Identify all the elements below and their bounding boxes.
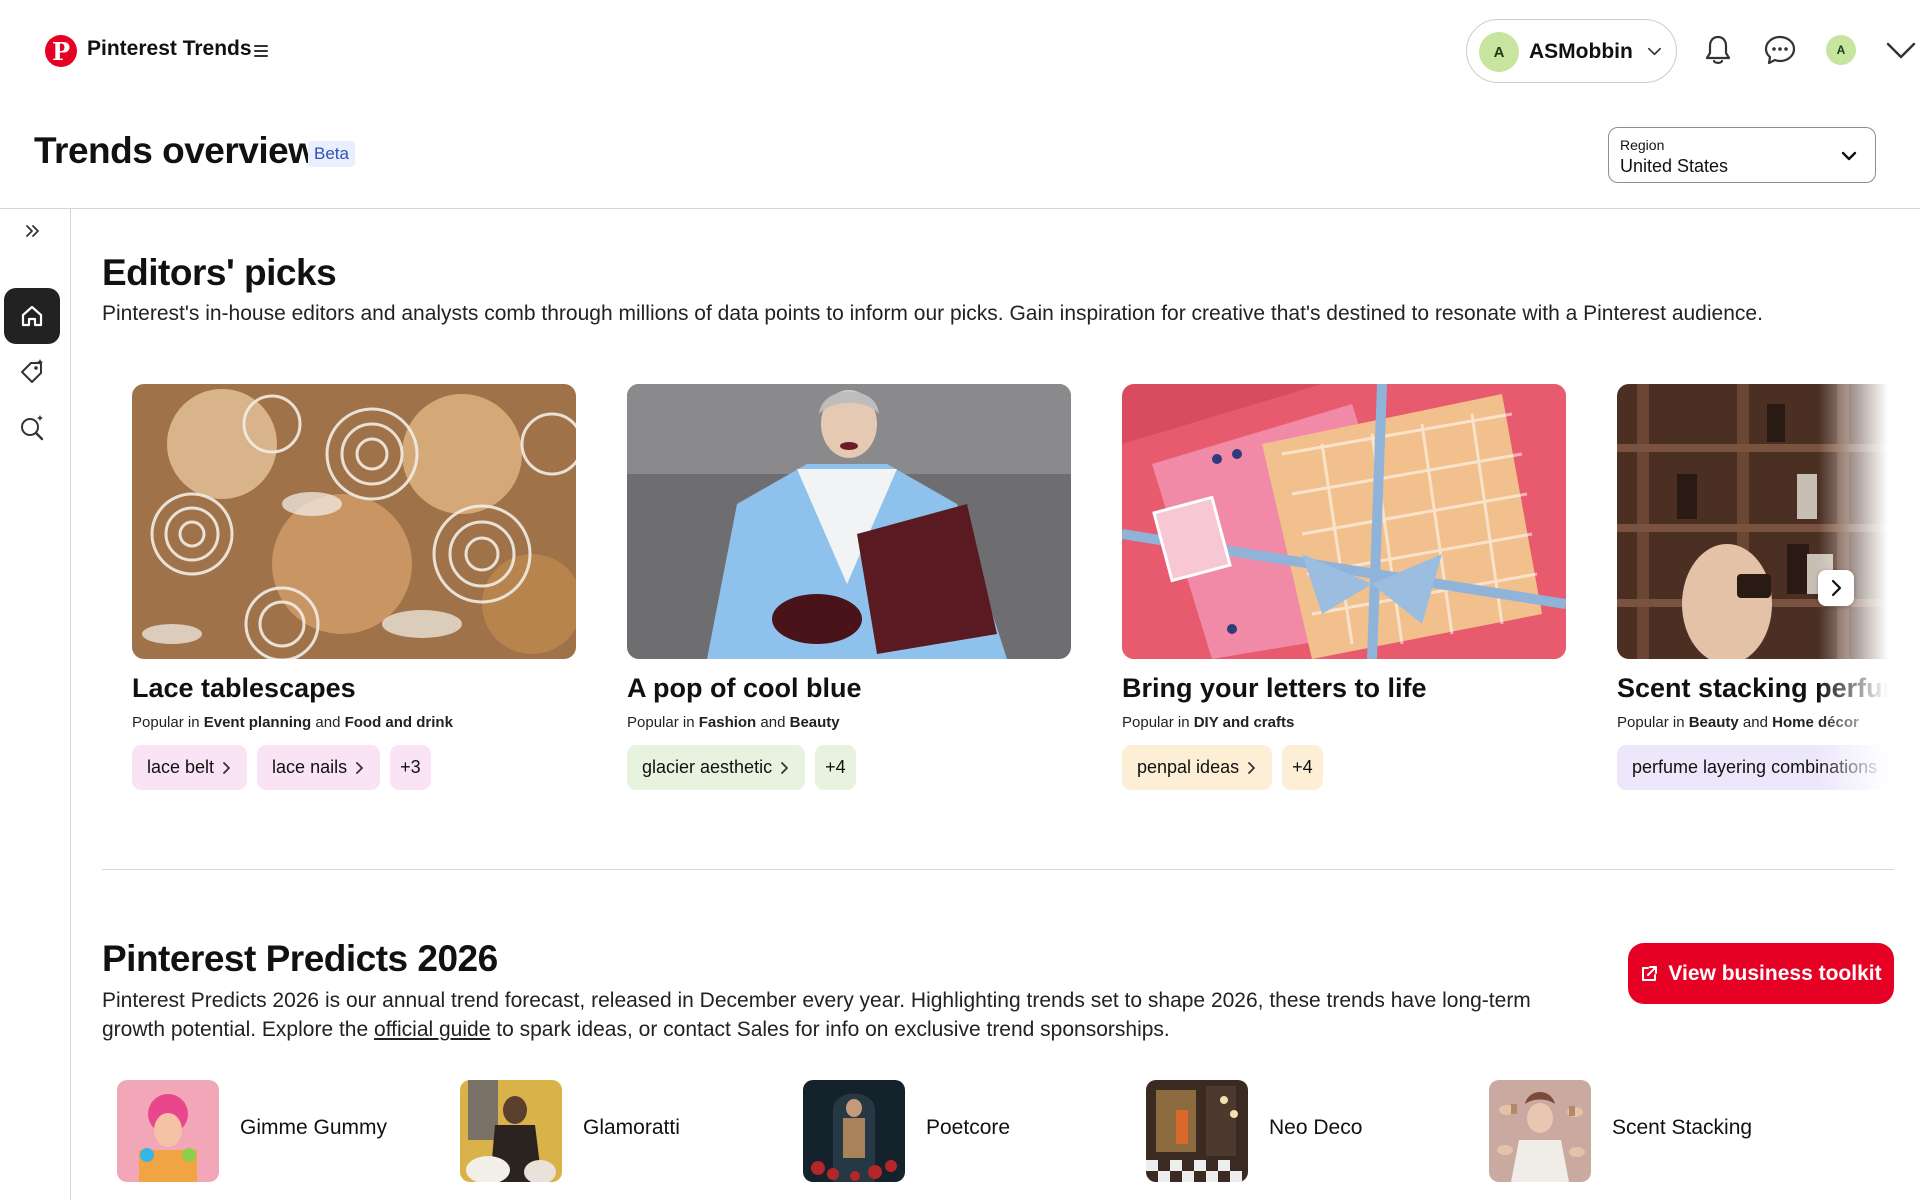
- trend-card[interactable]: Lace tablescapes Popular in Event planni…: [132, 384, 576, 790]
- chevron-right-icon: [1248, 761, 1255, 774]
- region-select[interactable]: Region United States: [1608, 127, 1876, 183]
- trend-name: Poetcore: [926, 1116, 1011, 1139]
- page-title: Trends overview: [34, 130, 317, 171]
- card-categories: Popular in DIY and crafts: [1122, 714, 1295, 731]
- pinterest-logo-icon[interactable]: P: [45, 35, 77, 67]
- trend-card[interactable]: Bring your letters to life Popular in DI…: [1122, 384, 1566, 790]
- chevron-down-icon[interactable]: [1885, 37, 1917, 63]
- sidebar-item-home[interactable]: [4, 288, 60, 344]
- list-item[interactable]: Gimme Gummy: [117, 1080, 447, 1182]
- sidebar-item-search-sparkle-icon[interactable]: [18, 414, 46, 442]
- sidebar-divider: [70, 209, 71, 1200]
- trend-name: Glamoratti: [583, 1116, 680, 1139]
- trend-name: Neo Deco: [1269, 1116, 1363, 1139]
- carousel-next-button[interactable]: [1818, 570, 1854, 606]
- trend-name: Gimme Gummy: [240, 1116, 387, 1139]
- keyword-chip[interactable]: lace belt: [132, 745, 248, 790]
- card-title: A pop of cool blue: [627, 673, 862, 703]
- app-title[interactable]: Pinterest Trends: [87, 37, 252, 61]
- chevron-right-icon: [781, 761, 788, 774]
- trend-thumbnail: [460, 1080, 562, 1182]
- card-image: [132, 384, 576, 659]
- trend-thumbnail: [1489, 1080, 1591, 1182]
- card-image: [627, 384, 1071, 659]
- predicts-trend-list: Gimme Gummy Glamoratti Poetcore Neo Deco…: [117, 1080, 1897, 1182]
- region-label: Region: [1620, 137, 1665, 153]
- beta-badge: Beta: [308, 141, 355, 167]
- section-divider: [102, 869, 1894, 870]
- more-chips[interactable]: +4: [815, 745, 856, 790]
- chevron-right-icon: [1831, 579, 1842, 597]
- official-guide-link[interactable]: official guide: [374, 1018, 490, 1041]
- hamburger-icon[interactable]: [254, 45, 268, 57]
- list-item[interactable]: Neo Deco: [1146, 1080, 1476, 1182]
- region-value: United States: [1620, 156, 1729, 176]
- keyword-chip[interactable]: lace nails: [257, 745, 381, 790]
- predicts-description-line1: Pinterest Predicts 2026 is our annual tr…: [102, 989, 1531, 1012]
- chevron-right-icon: [223, 761, 230, 774]
- trend-card[interactable]: A pop of cool blue Popular in Fashion an…: [627, 384, 1071, 790]
- chat-icon[interactable]: [1762, 32, 1798, 68]
- chevron-right-icon: [356, 761, 363, 774]
- account-switcher[interactable]: A ASMobbin: [1466, 19, 1677, 83]
- card-chips: glacier aesthetic +4: [627, 745, 1071, 790]
- card-chips: penpal ideas +4: [1122, 745, 1566, 790]
- home-icon: [21, 305, 43, 327]
- account-name: ASMobbin: [1529, 40, 1633, 63]
- list-item[interactable]: Poetcore: [803, 1080, 1133, 1182]
- card-categories: Popular in Event planning and Food and d…: [132, 714, 453, 731]
- more-chips[interactable]: +4: [1282, 745, 1323, 790]
- card-title: Lace tablescapes: [132, 673, 356, 703]
- list-item[interactable]: Scent Stacking: [1489, 1080, 1819, 1182]
- editors-picks-title: Editors' picks: [102, 252, 337, 293]
- bell-icon[interactable]: [1700, 32, 1736, 68]
- external-link-icon: [1642, 965, 1658, 981]
- trend-thumbnail: [1146, 1080, 1248, 1182]
- keyword-chip[interactable]: glacier aesthetic: [627, 745, 806, 790]
- card-categories: Popular in Fashion and Beauty: [627, 714, 840, 731]
- trend-thumbnail: [803, 1080, 905, 1182]
- trend-thumbnail: [117, 1080, 219, 1182]
- card-image: [1122, 384, 1566, 659]
- editors-picks-description: Pinterest's in-house editors and analyst…: [102, 302, 1763, 325]
- predicts-title: Pinterest Predicts 2026: [102, 938, 498, 979]
- chevron-down-icon: [1648, 47, 1661, 56]
- avatar: A: [1479, 32, 1519, 72]
- trend-name: Scent Stacking: [1612, 1116, 1753, 1139]
- predicts-description-line2: growth potential. Explore the official g…: [102, 1018, 1170, 1041]
- profile-avatar[interactable]: A: [1826, 35, 1856, 65]
- card-chips: lace belt lace nails +3: [132, 745, 576, 790]
- card-title: Bring your letters to life: [1122, 673, 1427, 703]
- view-business-toolkit-button[interactable]: View business toolkit: [1628, 943, 1894, 1004]
- list-item[interactable]: Glamoratti: [460, 1080, 790, 1182]
- editors-picks-carousel: Lace tablescapes Popular in Event planni…: [132, 384, 1888, 804]
- header-divider: [0, 208, 1920, 209]
- chevron-down-icon: [1841, 151, 1857, 161]
- more-chips[interactable]: +3: [390, 745, 431, 790]
- expand-sidebar-icon[interactable]: [22, 220, 44, 242]
- top-bar: P Pinterest Trends A ASMobbin A: [0, 0, 1920, 100]
- sidebar-item-trends-tag-icon[interactable]: [18, 358, 46, 386]
- keyword-chip[interactable]: penpal ideas: [1122, 745, 1273, 790]
